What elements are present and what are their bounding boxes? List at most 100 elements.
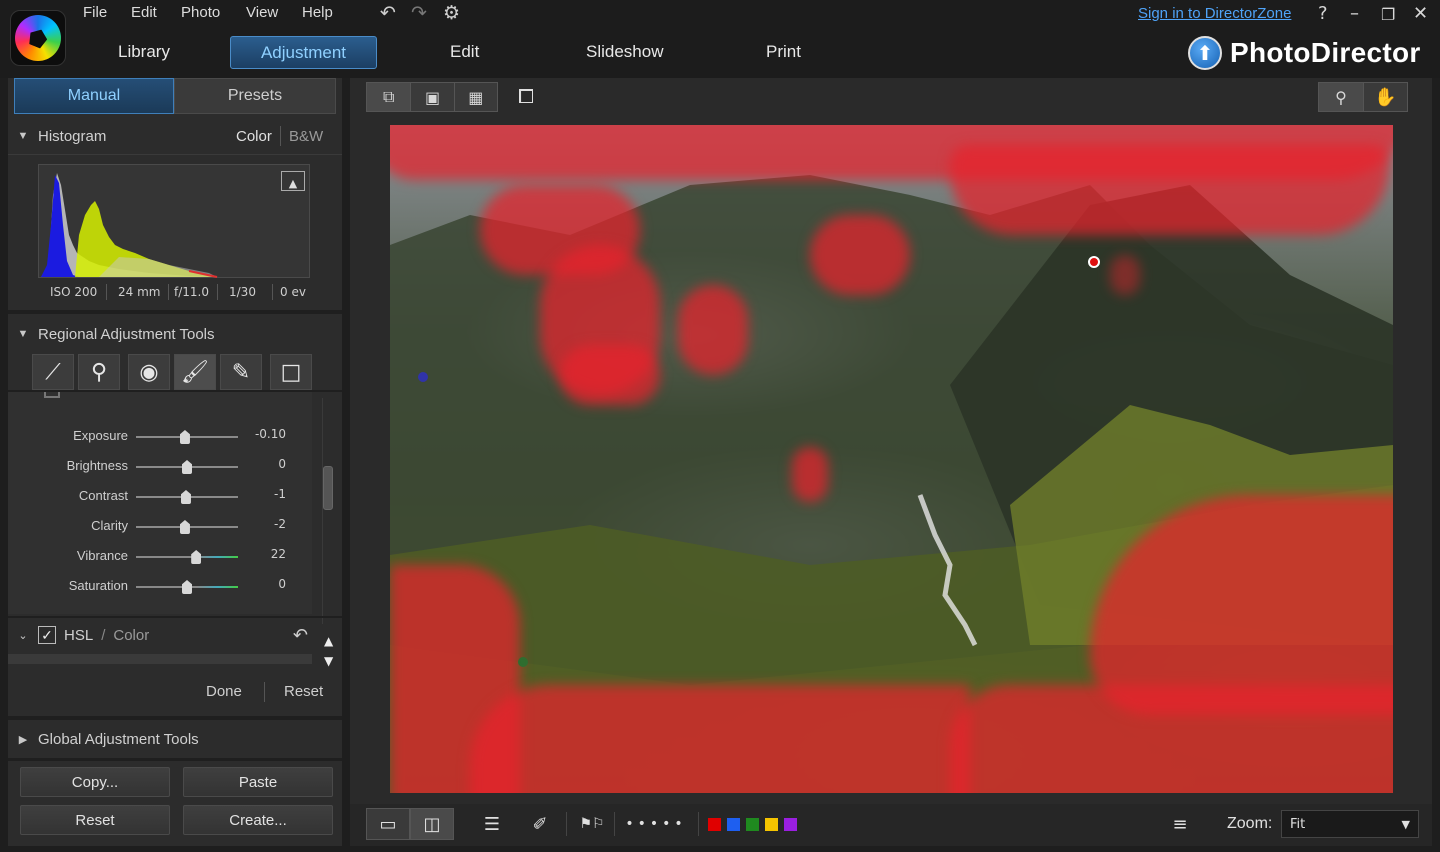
hsl-checkbox[interactable]: ✓ xyxy=(38,626,56,644)
exif-aperture: f/11.0 xyxy=(174,285,209,299)
clipping-warning-icon[interactable]: ▲ xyxy=(281,171,305,191)
histogram-bw-toggle[interactable]: B&W xyxy=(289,128,323,145)
settings-gear-icon[interactable]: ⚙ xyxy=(443,2,460,24)
menu-view[interactable]: View xyxy=(246,4,278,21)
copy-button[interactable]: Copy... xyxy=(20,767,170,797)
upload-arrow-icon[interactable]: ⬆ xyxy=(1188,36,1222,70)
undo-icon[interactable]: ↶ xyxy=(380,2,396,24)
slider-value: -1 xyxy=(274,487,286,501)
close-icon[interactable]: ✕ xyxy=(1413,3,1428,24)
left-panel: Manual Presets ▼ Histogram Color B&W ▲ I… xyxy=(8,78,342,846)
spot-removal-tool-icon[interactable]: ⚲ xyxy=(78,354,120,390)
divider xyxy=(8,716,342,720)
erase-tag-icon[interactable]: ✐ xyxy=(522,808,558,840)
compare-view-icon[interactable]: ⧉ xyxy=(367,83,411,111)
done-button[interactable]: Done xyxy=(206,683,242,700)
tone-sliders: Exposure -0.10 Brightness 0 Contrast -1 Clarit… xyxy=(8,392,312,614)
slider-label: Saturation xyxy=(68,578,128,593)
radial-filter-tool-icon[interactable]: □ xyxy=(270,354,312,390)
color-label-swatch[interactable] xyxy=(727,818,740,831)
exif-iso: ISO 200 xyxy=(50,285,98,299)
magnifier-icon[interactable]: ⚲ xyxy=(1319,83,1363,111)
adjustment-brush-tool-icon[interactable]: 🖌 xyxy=(174,354,216,390)
sort-rotate-icon[interactable]: ☰ xyxy=(474,808,510,840)
zoom-select[interactable]: Fit ▼ xyxy=(1281,810,1419,838)
tab-presets[interactable]: Presets xyxy=(174,78,336,114)
sign-in-link[interactable]: Sign in to DirectorZone xyxy=(1138,5,1291,22)
slider-value: -2 xyxy=(274,517,286,531)
photo-canvas[interactable] xyxy=(390,125,1393,793)
scroll-down-icon[interactable]: ▼ xyxy=(324,654,333,668)
star-rating-dots[interactable]: ••••• xyxy=(620,808,692,840)
menu-photo[interactable]: Photo xyxy=(181,4,220,21)
tone-checkbox-partial[interactable] xyxy=(44,392,60,398)
histogram-title: Histogram xyxy=(38,127,107,145)
brush-pin[interactable] xyxy=(418,372,428,382)
grid-view-icon[interactable]: ▦ xyxy=(453,83,497,111)
mode-library[interactable]: Library xyxy=(118,42,170,62)
reset-all-button[interactable]: Reset xyxy=(20,805,170,835)
rotate-view-icon[interactable]: ⧠ xyxy=(518,84,534,108)
mode-slideshow[interactable]: Slideshow xyxy=(586,42,664,62)
scrollbar-thumb[interactable] xyxy=(323,466,333,510)
color-label-swatch[interactable] xyxy=(784,818,797,831)
divider xyxy=(272,284,273,300)
single-view-icon[interactable]: ▣ xyxy=(410,83,453,111)
help-button[interactable]: ? xyxy=(1318,3,1328,24)
flag-icon[interactable]: ⚑⚐ xyxy=(574,808,610,840)
slider-handle[interactable] xyxy=(182,580,192,594)
slider-label: Clarity xyxy=(91,518,128,533)
create-preset-button[interactable]: Create... xyxy=(183,805,333,835)
menu-help[interactable]: Help xyxy=(302,4,333,21)
viewer-tools-group: ⚲ ✋ xyxy=(1318,82,1408,112)
regional-tools-header[interactable]: ▼ Regional Adjustment Tools xyxy=(8,317,342,351)
brand-name: PhotoDirector xyxy=(1230,37,1421,68)
histogram-header[interactable]: ▼ Histogram Color B&W xyxy=(8,119,342,153)
tab-manual[interactable]: Manual xyxy=(14,78,174,114)
scroll-up-icon[interactable]: ▲ xyxy=(324,634,333,648)
crop-tool-icon[interactable]: ⟋ xyxy=(32,354,74,390)
restore-icon[interactable]: ❐ xyxy=(1381,5,1395,24)
reset-regional-button[interactable]: Reset xyxy=(284,683,323,700)
expand-chevron-icon: ⌄ xyxy=(18,629,28,642)
menu-file[interactable]: File xyxy=(83,4,107,21)
histogram-color-toggle[interactable]: Color xyxy=(236,128,272,145)
before-after-view-icon[interactable]: ◫ xyxy=(410,808,454,840)
regional-tools-title: Regional Adjustment Tools xyxy=(38,325,215,343)
color-label-swatch[interactable] xyxy=(746,818,759,831)
brush-pin[interactable] xyxy=(518,657,528,667)
slider-row-brightness: Brightness 0 xyxy=(8,457,312,478)
reset-arrow-icon[interactable]: ↶ xyxy=(293,625,308,646)
hand-pan-icon[interactable]: ✋ xyxy=(1363,83,1407,111)
red-eye-tool-icon[interactable]: ◉ xyxy=(128,354,170,390)
slider-label: Exposure xyxy=(73,428,128,443)
paste-button[interactable]: Paste xyxy=(183,767,333,797)
slider-track[interactable] xyxy=(136,556,238,558)
brush-pin-active[interactable] xyxy=(1088,256,1100,268)
hsl-color-row[interactable]: ⌄ ✓ HSL / Color ↶ xyxy=(8,618,318,652)
expand-triangle-icon: ▶ xyxy=(18,733,28,746)
global-tools-title: Global Adjustment Tools xyxy=(38,730,199,748)
slider-handle[interactable] xyxy=(180,490,191,504)
slider-label: Brightness xyxy=(66,458,128,473)
redo-icon[interactable]: ↷ xyxy=(411,2,427,24)
slider-value: 0 xyxy=(278,577,286,591)
slider-handle[interactable] xyxy=(182,460,192,474)
color-label-swatch[interactable] xyxy=(708,818,721,831)
slider-handle[interactable] xyxy=(191,550,202,564)
slider-value: 0 xyxy=(278,457,286,471)
minimize-icon[interactable]: – xyxy=(1350,3,1359,24)
slider-row-saturation: Saturation 0 xyxy=(8,577,312,598)
list-options-icon[interactable]: ≡ xyxy=(1162,808,1198,840)
mode-adjustment[interactable]: Adjustment xyxy=(230,36,377,69)
menu-edit[interactable]: Edit xyxy=(131,4,157,21)
mode-edit[interactable]: Edit xyxy=(450,42,479,62)
scrollbar-track[interactable] xyxy=(322,398,334,624)
gradient-mask-tool-icon[interactable]: ✎ xyxy=(220,354,262,390)
single-photo-view-icon[interactable]: ▭ xyxy=(366,808,410,840)
slider-handle[interactable] xyxy=(179,520,190,534)
slider-handle[interactable] xyxy=(179,430,190,444)
color-label-swatch[interactable] xyxy=(765,818,778,831)
mode-print[interactable]: Print xyxy=(766,42,801,62)
global-tools-header[interactable]: ▶ Global Adjustment Tools xyxy=(8,722,342,756)
